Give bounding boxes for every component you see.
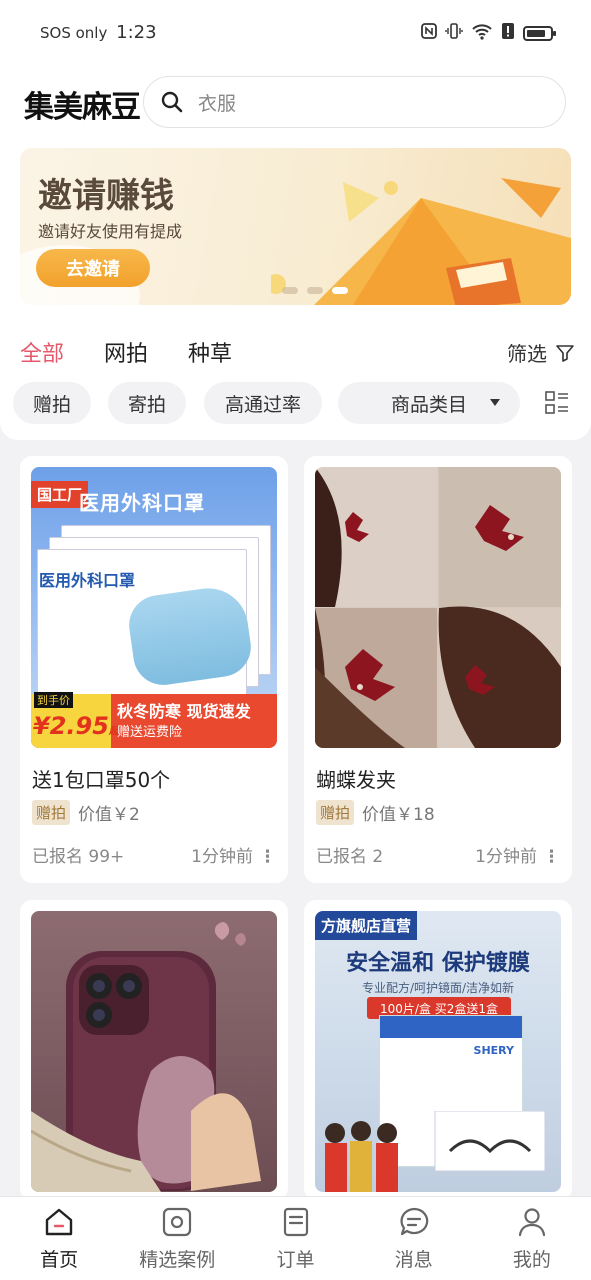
clock: 1:23 [116, 22, 157, 43]
product-image: 国工厂 医用外科口罩 医用外科口罩 到手价 ¥2.95起 秋冬防寒 现货速发 赠… [31, 467, 277, 748]
filter-button[interactable]: 筛选 [507, 338, 575, 367]
image-subline: 专业配方/呵护镜面/洁净如新 [361, 981, 515, 995]
nav-home[interactable]: 首页 [0, 1197, 118, 1280]
carousel-dot-active [332, 287, 348, 294]
product-title: 蝴蝶发夹 [316, 768, 396, 792]
nav-profile[interactable]: 我的 [473, 1197, 591, 1280]
chip-gift-shoot[interactable]: 赠拍 [13, 382, 91, 424]
chip-high-pass-rate[interactable]: 高通过率 [204, 382, 322, 424]
phone-case-photo [31, 922, 261, 1192]
promo-text: 秋冬防寒 现货速发 [117, 702, 251, 721]
nfc-icon [421, 23, 437, 43]
brand-label: SHERY [473, 1044, 514, 1057]
nav-label: 消息 [394, 1249, 433, 1271]
tab-recommend[interactable]: 种草 [188, 336, 232, 368]
search-icon [161, 91, 183, 113]
price-value: ¥2.95起 [33, 712, 119, 740]
caret-down-icon [490, 399, 500, 406]
category-tabs: 全部 网拍 种草 [20, 336, 232, 368]
promo-subtext: 赠送运费险 [117, 725, 183, 740]
nav-label: 首页 [40, 1249, 79, 1271]
post-time: 1分钟前 [191, 847, 253, 867]
nav-featured[interactable]: 精选案例 [118, 1197, 236, 1280]
nav-messages[interactable]: 消息 [355, 1197, 473, 1280]
product-card[interactable]: 方旗舰店直营 安全温和 保护镀膜 专业配方/呵护镜面/洁净如新 100片/盒 买… [304, 900, 572, 1200]
product-image: 方旗舰店直营 安全温和 保护镀膜 专业配方/呵护镜面/洁净如新 100片/盒 买… [315, 911, 561, 1192]
nav-label: 精选案例 [139, 1249, 216, 1271]
vibrate-icon [445, 22, 463, 44]
message-icon [400, 1207, 428, 1236]
signup-count: 已报名 2 [316, 847, 384, 867]
card-footer: 已报名 99+ 1分钟前 ⋮ [32, 842, 276, 867]
nav-label: 我的 [512, 1249, 551, 1271]
tab-online-shoot[interactable]: 网拍 [104, 336, 148, 368]
banner-subtitle: 邀请好友使用有提成 [38, 222, 183, 241]
post-time-wrap: 1分钟前 ⋮ [191, 842, 276, 867]
butterfly-clip-photo [315, 467, 561, 748]
product-card[interactable]: 蝴蝶发夹 赠拍 价值￥18 已报名 2 1分钟前 ⋮ [304, 456, 572, 883]
carousel-dot [307, 287, 323, 294]
type-tag: 赠拍 [32, 800, 71, 825]
list-view-icon[interactable] [544, 390, 570, 416]
category-dropdown-label: 商品类目 [390, 393, 467, 416]
carousel-dot [282, 287, 298, 294]
featured-icon [163, 1207, 192, 1237]
post-time-wrap: 1分钟前 ⋮ [475, 842, 560, 867]
alert-icon [501, 22, 515, 44]
funnel-icon [556, 344, 574, 362]
box-band [380, 1016, 522, 1038]
tab-all[interactable]: 全部 [20, 336, 64, 368]
app-logo: 集美麻豆 [24, 90, 141, 125]
product-meta: 赠拍 价值￥2 [32, 800, 140, 825]
status-left: SOS only 1:23 [40, 22, 157, 43]
product-image [315, 467, 561, 748]
search-input[interactable]: 衣服 [143, 76, 566, 128]
pack-label: 医用外科口罩 [39, 571, 136, 590]
product-card[interactable]: 国工厂 医用外科口罩 医用外科口罩 到手价 ¥2.95起 秋冬防寒 现货速发 赠… [20, 456, 288, 883]
wifi-icon [471, 22, 493, 44]
price-label: 到手价 [34, 692, 73, 708]
battery-icon [523, 25, 556, 41]
image-badge: 方旗舰店直营 [315, 911, 418, 940]
people-illustration [325, 1111, 546, 1192]
status-bar: SOS only 1:23 [0, 0, 591, 66]
product-card[interactable] [20, 900, 288, 1200]
home-icon [45, 1208, 73, 1236]
banner-title: 邀请赚钱 [38, 176, 174, 216]
order-icon [283, 1207, 308, 1237]
carrier-text: SOS only [40, 24, 108, 42]
carousel-indicator [282, 287, 348, 294]
product-meta: 赠拍 价值￥18 [316, 800, 435, 825]
chip-send-shoot[interactable]: 寄拍 [108, 382, 186, 424]
type-tag: 赠拍 [316, 800, 355, 825]
filter-label: 筛选 [507, 342, 547, 366]
more-options-icon[interactable]: ⋮ [543, 847, 560, 867]
more-options-icon[interactable]: ⋮ [259, 847, 276, 867]
mask-illustration [125, 583, 255, 689]
price-amount: ¥2.95 [33, 712, 109, 740]
product-title: 送1包口罩50个 [32, 768, 171, 792]
category-dropdown[interactable]: 商品类目 [338, 382, 520, 424]
bottom-nav: 首页 精选案例 订单 消息 我的 [0, 1196, 591, 1280]
profile-icon [518, 1208, 546, 1237]
search-placeholder: 衣服 [198, 92, 237, 115]
invite-button[interactable]: 去邀请 [36, 249, 150, 287]
tent-illustration [271, 178, 571, 305]
post-time: 1分钟前 [475, 847, 537, 867]
signup-count: 已报名 99+ [32, 847, 125, 867]
nav-label: 订单 [276, 1249, 315, 1271]
invite-banner[interactable]: 邀请赚钱 邀请好友使用有提成 去邀请 [20, 148, 571, 305]
product-image [31, 911, 277, 1192]
product-value: 价值￥18 [362, 805, 435, 825]
status-icons [421, 22, 556, 44]
image-headline: 安全温和 保护镀膜 [346, 951, 530, 976]
nav-orders[interactable]: 订单 [236, 1197, 354, 1280]
card-footer: 已报名 2 1分钟前 ⋮ [316, 842, 560, 867]
product-value: 价值￥2 [78, 805, 140, 825]
image-headline: 医用外科口罩 [79, 491, 205, 515]
